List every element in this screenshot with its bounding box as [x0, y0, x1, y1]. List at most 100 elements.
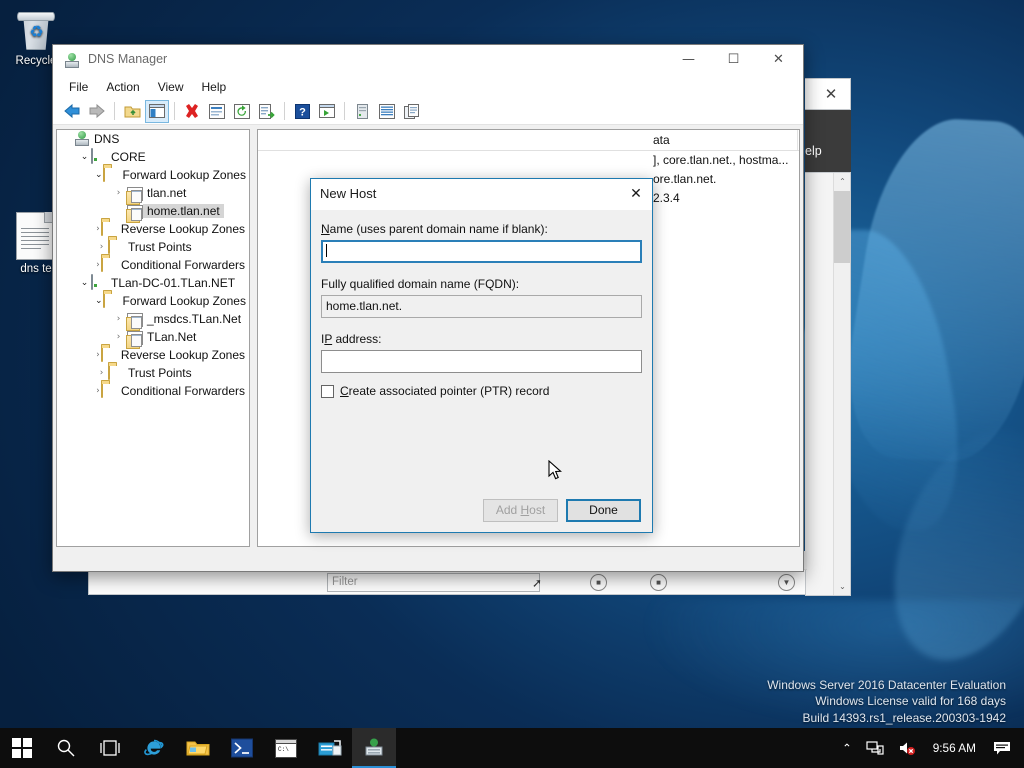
show-hide-console-tree-icon[interactable] [145, 99, 169, 123]
menu-bar[interactable]: File Action View Help [53, 76, 803, 98]
chevron-down-icon[interactable]: ⌄ [78, 275, 91, 291]
chevron-right-icon[interactable]: › [112, 311, 125, 327]
tree-item-dns[interactable]: DNS [57, 130, 249, 148]
toolbar[interactable]: ? [53, 98, 803, 125]
volume-muted-icon[interactable] [891, 728, 923, 768]
filter-option-icon[interactable]: ■ [650, 574, 667, 591]
filter-option-icon[interactable]: ■ [590, 574, 607, 591]
chevron-down-icon[interactable]: ⌄ [95, 293, 103, 309]
command-prompt-button[interactable]: C:\ [264, 728, 308, 768]
server-icon[interactable] [350, 100, 374, 123]
properties-icon[interactable] [205, 100, 229, 123]
tree-item-label: CORE [111, 150, 146, 164]
dns-titlebar[interactable]: DNS Manager — ☐ ✕ [53, 45, 803, 76]
start-button[interactable] [0, 728, 44, 768]
search-icon[interactable]: ➚ [532, 576, 542, 590]
search-button[interactable] [44, 728, 88, 768]
tree-item-trust-points[interactable]: › Trust Points [57, 238, 249, 256]
vertical-scrollbar[interactable]: ⌃ ⌄ [833, 173, 851, 595]
tree-item-label: Trust Points [128, 240, 192, 254]
new-host-dialog[interactable]: New Host ✕ Name (uses parent domain name… [310, 178, 653, 533]
dns-manager-window[interactable]: DNS Manager — ☐ ✕ File Action View Help [52, 44, 804, 572]
ip-field-label: IP address: [321, 332, 642, 346]
tree-item-label: tlan.net [147, 186, 187, 200]
tray-chevron-up-icon[interactable]: ⌃ [835, 728, 859, 768]
ip-address-input[interactable] [321, 350, 642, 373]
menu-view[interactable]: View [149, 78, 193, 96]
chevron-down-icon[interactable]: ⌄ [95, 167, 103, 183]
create-ptr-checkbox-row[interactable]: Create associated pointer (PTR) record [321, 384, 642, 398]
copy-icon[interactable] [400, 100, 424, 123]
back-arrow-icon[interactable] [60, 100, 84, 123]
scroll-down-icon[interactable]: ⌄ [834, 578, 851, 595]
internet-explorer-button[interactable] [132, 728, 176, 768]
forward-arrow-icon[interactable] [85, 100, 109, 123]
desktop[interactable]: ♻ Recycle dns te ✕ elp ⌃ ⌄ Filter ➚ ■ ■ … [0, 0, 1024, 768]
tree-item-reverse-lookup-zones[interactable]: › Reverse Lookup Zones [57, 220, 249, 238]
file-explorer-button[interactable] [176, 728, 220, 768]
tree-item-tlan-net[interactable]: › tlan.net [57, 184, 249, 205]
new-host-titlebar[interactable]: New Host ✕ [311, 179, 652, 210]
column-header-data[interactable]: ata [648, 130, 798, 150]
tree-item-msdcs-tlan-net[interactable]: › _msdcs.TLan.Net [57, 310, 249, 331]
console-tree-pane[interactable]: DNS ⌄ CORE ⌄ Forward Lookup Zones › tlan.net ho… [56, 129, 250, 547]
tree-item-home-tlan-net[interactable]: home.tlan.net [57, 202, 249, 223]
menu-help[interactable]: Help [193, 78, 236, 96]
filter-option-icon[interactable]: ▼ [778, 574, 795, 591]
tree-item-forward-lookup-zones[interactable]: ⌄ Forward Lookup Zones [57, 166, 249, 184]
chevron-right-icon[interactable]: › [112, 185, 125, 201]
help-icon[interactable]: ? [290, 100, 314, 123]
folder-icon [102, 292, 119, 309]
close-icon[interactable]: ✕ [821, 84, 841, 104]
pane-splitter[interactable] [250, 129, 257, 547]
network-icon[interactable] [859, 728, 891, 768]
watermark-line-3: Build 14393.rs1_release.200303-1942 [802, 710, 1007, 725]
taskbar[interactable]: C:\ ⌃ 9:56 AM [0, 728, 1024, 768]
record-row[interactable]: ], core.tlan.net., hostma... [258, 151, 799, 170]
create-ptr-checkbox[interactable] [321, 384, 334, 398]
close-button[interactable]: ✕ [756, 45, 801, 75]
tree-item-trust-points[interactable]: › Trust Points [57, 364, 249, 382]
scroll-up-icon[interactable]: ⌃ [834, 173, 851, 190]
zone-icon [126, 330, 143, 349]
scrollbar-thumb[interactable] [834, 191, 851, 263]
menu-action[interactable]: Action [97, 78, 148, 96]
task-view-button[interactable] [88, 728, 132, 768]
tree-item-reverse-lookup-zones[interactable]: › Reverse Lookup Zones [57, 346, 249, 364]
chevron-down-icon[interactable]: ⌄ [78, 149, 91, 165]
list-icon[interactable] [375, 100, 399, 123]
list-column-headers[interactable]: ata [258, 130, 799, 151]
dns-manager-button[interactable] [352, 728, 396, 768]
background-window-right[interactable]: ✕ elp ⌃ ⌄ [805, 78, 851, 596]
menu-file[interactable]: File [60, 78, 97, 96]
fqdn-field-label: Fully qualified domain name (FQDN): [321, 277, 520, 291]
tree-rows[interactable]: DNS ⌄ CORE ⌄ Forward Lookup Zones › tlan.net ho… [57, 130, 249, 400]
refresh-icon[interactable] [230, 100, 254, 123]
taskbar-clock[interactable]: 9:56 AM [923, 741, 986, 755]
up-folder-icon[interactable] [120, 100, 144, 123]
tree-item-forward-lookup-zones[interactable]: ⌄ Forward Lookup Zones [57, 292, 249, 310]
tree-item-core[interactable]: ⌄ CORE [57, 148, 249, 166]
filter-input[interactable]: Filter [327, 573, 540, 592]
chevron-right-icon[interactable]: › [95, 365, 108, 381]
tree-item-tlan-net[interactable]: › TLan.Net [57, 328, 249, 349]
system-tray[interactable]: ⌃ 9:56 AM [835, 728, 1024, 768]
new-window-icon[interactable] [315, 100, 339, 123]
chevron-right-icon[interactable]: › [112, 329, 125, 345]
tree-item-tlan-dc-01-tlan-net[interactable]: ⌄ TLan-DC-01.TLan.NET [57, 274, 249, 292]
chevron-right-icon[interactable]: › [95, 239, 108, 255]
minimize-button[interactable]: — [666, 45, 711, 75]
name-input[interactable] [321, 240, 642, 263]
dialog-close-button[interactable]: ✕ [624, 183, 648, 205]
done-button[interactable]: Done [566, 499, 641, 522]
tree-item-conditional-forwarders[interactable]: › Conditional Forwarders [57, 382, 249, 400]
export-list-icon[interactable] [255, 100, 279, 123]
server-manager-button[interactable] [308, 728, 352, 768]
add-host-button[interactable]: Add Host [483, 499, 558, 522]
maximize-button[interactable]: ☐ [711, 45, 756, 75]
delete-icon[interactable] [180, 100, 204, 123]
action-center-icon[interactable] [986, 728, 1018, 768]
tree-item-conditional-forwarders[interactable]: › Conditional Forwarders [57, 256, 249, 274]
server-icon [91, 274, 107, 291]
powershell-button[interactable] [220, 728, 264, 768]
